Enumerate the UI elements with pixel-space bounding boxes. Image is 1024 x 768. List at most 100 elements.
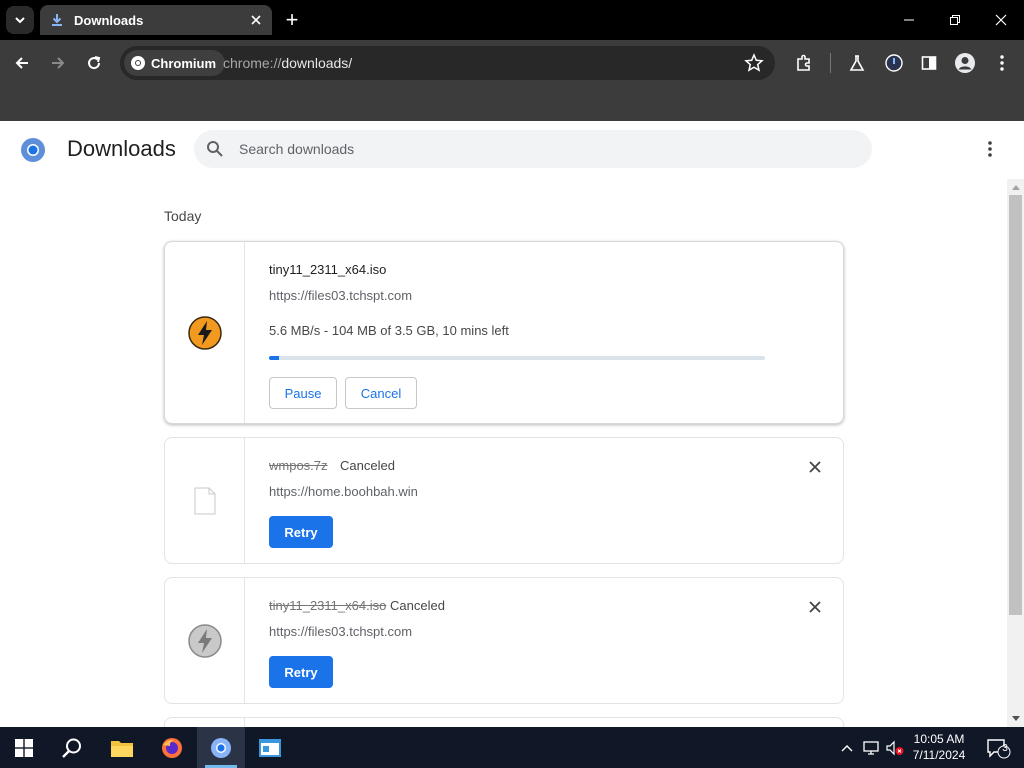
remove-download-button[interactable] bbox=[805, 457, 825, 477]
page-title: Downloads bbox=[67, 136, 176, 161]
tray-overflow-button[interactable] bbox=[838, 727, 856, 768]
chevron-up-icon bbox=[841, 744, 853, 751]
retry-button[interactable]: Retry bbox=[269, 656, 333, 688]
download-status: Canceled bbox=[340, 458, 395, 473]
remove-download-button[interactable] bbox=[805, 597, 825, 617]
volume-muted-icon bbox=[886, 740, 904, 755]
download-source-url[interactable]: https://home.boohbah.win bbox=[269, 484, 418, 499]
download-source-url[interactable]: https://files03.tchspt.com bbox=[269, 288, 412, 303]
taskbar-chromium[interactable] bbox=[197, 727, 245, 768]
url-scheme: chrome:// bbox=[223, 55, 282, 71]
taskbar-app[interactable] bbox=[246, 727, 294, 768]
scroll-down-button[interactable] bbox=[1007, 711, 1024, 727]
firefox-icon bbox=[162, 737, 182, 758]
download-filename: tiny11_2311_x64.iso bbox=[269, 598, 387, 613]
downloads-page: Downloads Search downloads Today tiny11_… bbox=[0, 121, 1024, 747]
back-button[interactable] bbox=[7, 48, 37, 78]
flask-icon bbox=[849, 55, 865, 71]
toolbar-divider bbox=[830, 53, 831, 73]
reload-button[interactable] bbox=[79, 48, 109, 78]
network-icon bbox=[863, 740, 879, 755]
page-menu-button[interactable] bbox=[978, 137, 1002, 161]
page-scrollbar[interactable] bbox=[1007, 179, 1024, 727]
site-chip[interactable]: Chromium bbox=[124, 50, 225, 76]
chromium-icon bbox=[131, 56, 145, 70]
windows-taskbar: 10:05 AM 7/11/2024 3 bbox=[0, 727, 1024, 768]
forward-button[interactable] bbox=[43, 48, 73, 78]
extensions-button[interactable] bbox=[789, 48, 819, 78]
taskbar-file-explorer[interactable] bbox=[98, 727, 146, 768]
restore-icon bbox=[950, 15, 960, 25]
close-window-button[interactable] bbox=[978, 0, 1024, 40]
cancel-button[interactable]: Cancel bbox=[345, 377, 417, 409]
tab-search-button[interactable] bbox=[6, 6, 34, 34]
download-item-active: tiny11_2311_x64.iso https://files03.tchs… bbox=[164, 241, 844, 424]
minimize-button[interactable] bbox=[886, 0, 932, 40]
download-progress-bar bbox=[269, 356, 765, 360]
triangle-down-icon bbox=[1011, 716, 1020, 721]
download-source-url[interactable]: https://files03.tchspt.com bbox=[269, 624, 412, 639]
new-tab-button[interactable]: + bbox=[280, 7, 304, 32]
download-file-icon bbox=[165, 438, 245, 563]
page-header: Downloads Search downloads bbox=[0, 121, 1024, 177]
more-vertical-icon bbox=[988, 141, 992, 157]
download-icon bbox=[52, 14, 62, 26]
action-center-button[interactable]: 3 bbox=[978, 727, 1018, 768]
retry-button[interactable]: Retry bbox=[269, 516, 333, 548]
search-input[interactable]: Search downloads bbox=[194, 130, 872, 168]
download-filename: wmpos.7z bbox=[269, 458, 328, 473]
scrollbar-thumb[interactable] bbox=[1009, 195, 1022, 615]
arrow-right-icon bbox=[52, 57, 65, 69]
url-path: downloads/ bbox=[281, 55, 353, 71]
download-progress-text: 5.6 MB/s - 104 MB of 3.5 GB, 10 mins lef… bbox=[269, 323, 509, 338]
side-panel-icon bbox=[921, 56, 937, 70]
chromium-icon bbox=[211, 737, 231, 758]
start-button[interactable] bbox=[0, 727, 48, 768]
labs-button[interactable] bbox=[842, 48, 872, 78]
taskbar-firefox[interactable] bbox=[148, 727, 196, 768]
browser-menu-button[interactable] bbox=[987, 48, 1017, 78]
tray-network[interactable] bbox=[860, 727, 882, 768]
download-file-icon bbox=[165, 578, 245, 703]
lightning-bolt-icon bbox=[187, 623, 222, 658]
date-section-label: Today bbox=[164, 208, 202, 224]
title-bar: Downloads + bbox=[0, 0, 1024, 40]
clock-date: 7/11/2024 bbox=[912, 748, 966, 762]
taskbar-search-button[interactable] bbox=[48, 727, 96, 768]
taskbar-clock[interactable]: 10:05 AM 7/11/2024 bbox=[906, 731, 972, 763]
restore-button[interactable] bbox=[932, 0, 978, 40]
close-icon bbox=[809, 601, 821, 613]
avatar-icon bbox=[955, 53, 975, 73]
search-icon bbox=[62, 738, 81, 758]
search-icon bbox=[207, 141, 223, 157]
file-icon bbox=[194, 487, 215, 514]
tray-volume[interactable] bbox=[884, 727, 906, 768]
star-icon bbox=[744, 53, 764, 72]
browser-toolbar: Chromium chrome://downloads/ bbox=[0, 40, 1024, 86]
download-progress-fill bbox=[269, 356, 279, 360]
extension-circle-button[interactable] bbox=[879, 48, 909, 78]
folder-icon bbox=[111, 740, 133, 757]
url-text[interactable]: chrome://downloads/ bbox=[223, 55, 352, 71]
download-filename[interactable]: tiny11_2311_x64.iso bbox=[269, 262, 386, 277]
windows-logo-icon bbox=[15, 738, 33, 757]
bookmarks-bar bbox=[0, 86, 1024, 121]
scroll-up-button[interactable] bbox=[1007, 179, 1024, 195]
profile-button[interactable] bbox=[950, 48, 980, 78]
site-chip-label: Chromium bbox=[151, 55, 216, 71]
side-panel-button[interactable] bbox=[914, 48, 944, 78]
window-app-icon bbox=[259, 738, 281, 757]
close-tab-icon[interactable] bbox=[250, 14, 262, 26]
triangle-up-icon bbox=[1011, 185, 1020, 190]
pause-button[interactable]: Pause bbox=[269, 377, 337, 409]
reload-icon bbox=[88, 56, 101, 70]
download-file-icon bbox=[165, 242, 245, 423]
tab-downloads[interactable]: Downloads bbox=[40, 5, 272, 35]
clock-time: 10:05 AM bbox=[913, 732, 965, 746]
chevron-down-icon bbox=[15, 17, 25, 24]
arrow-left-icon bbox=[15, 57, 28, 69]
address-bar[interactable]: Chromium chrome://downloads/ bbox=[120, 46, 775, 80]
bookmark-button[interactable] bbox=[744, 53, 764, 78]
tab-title: Downloads bbox=[74, 12, 144, 28]
download-item-canceled: wmpos.7z Canceled https://home.boohbah.w… bbox=[164, 437, 844, 564]
